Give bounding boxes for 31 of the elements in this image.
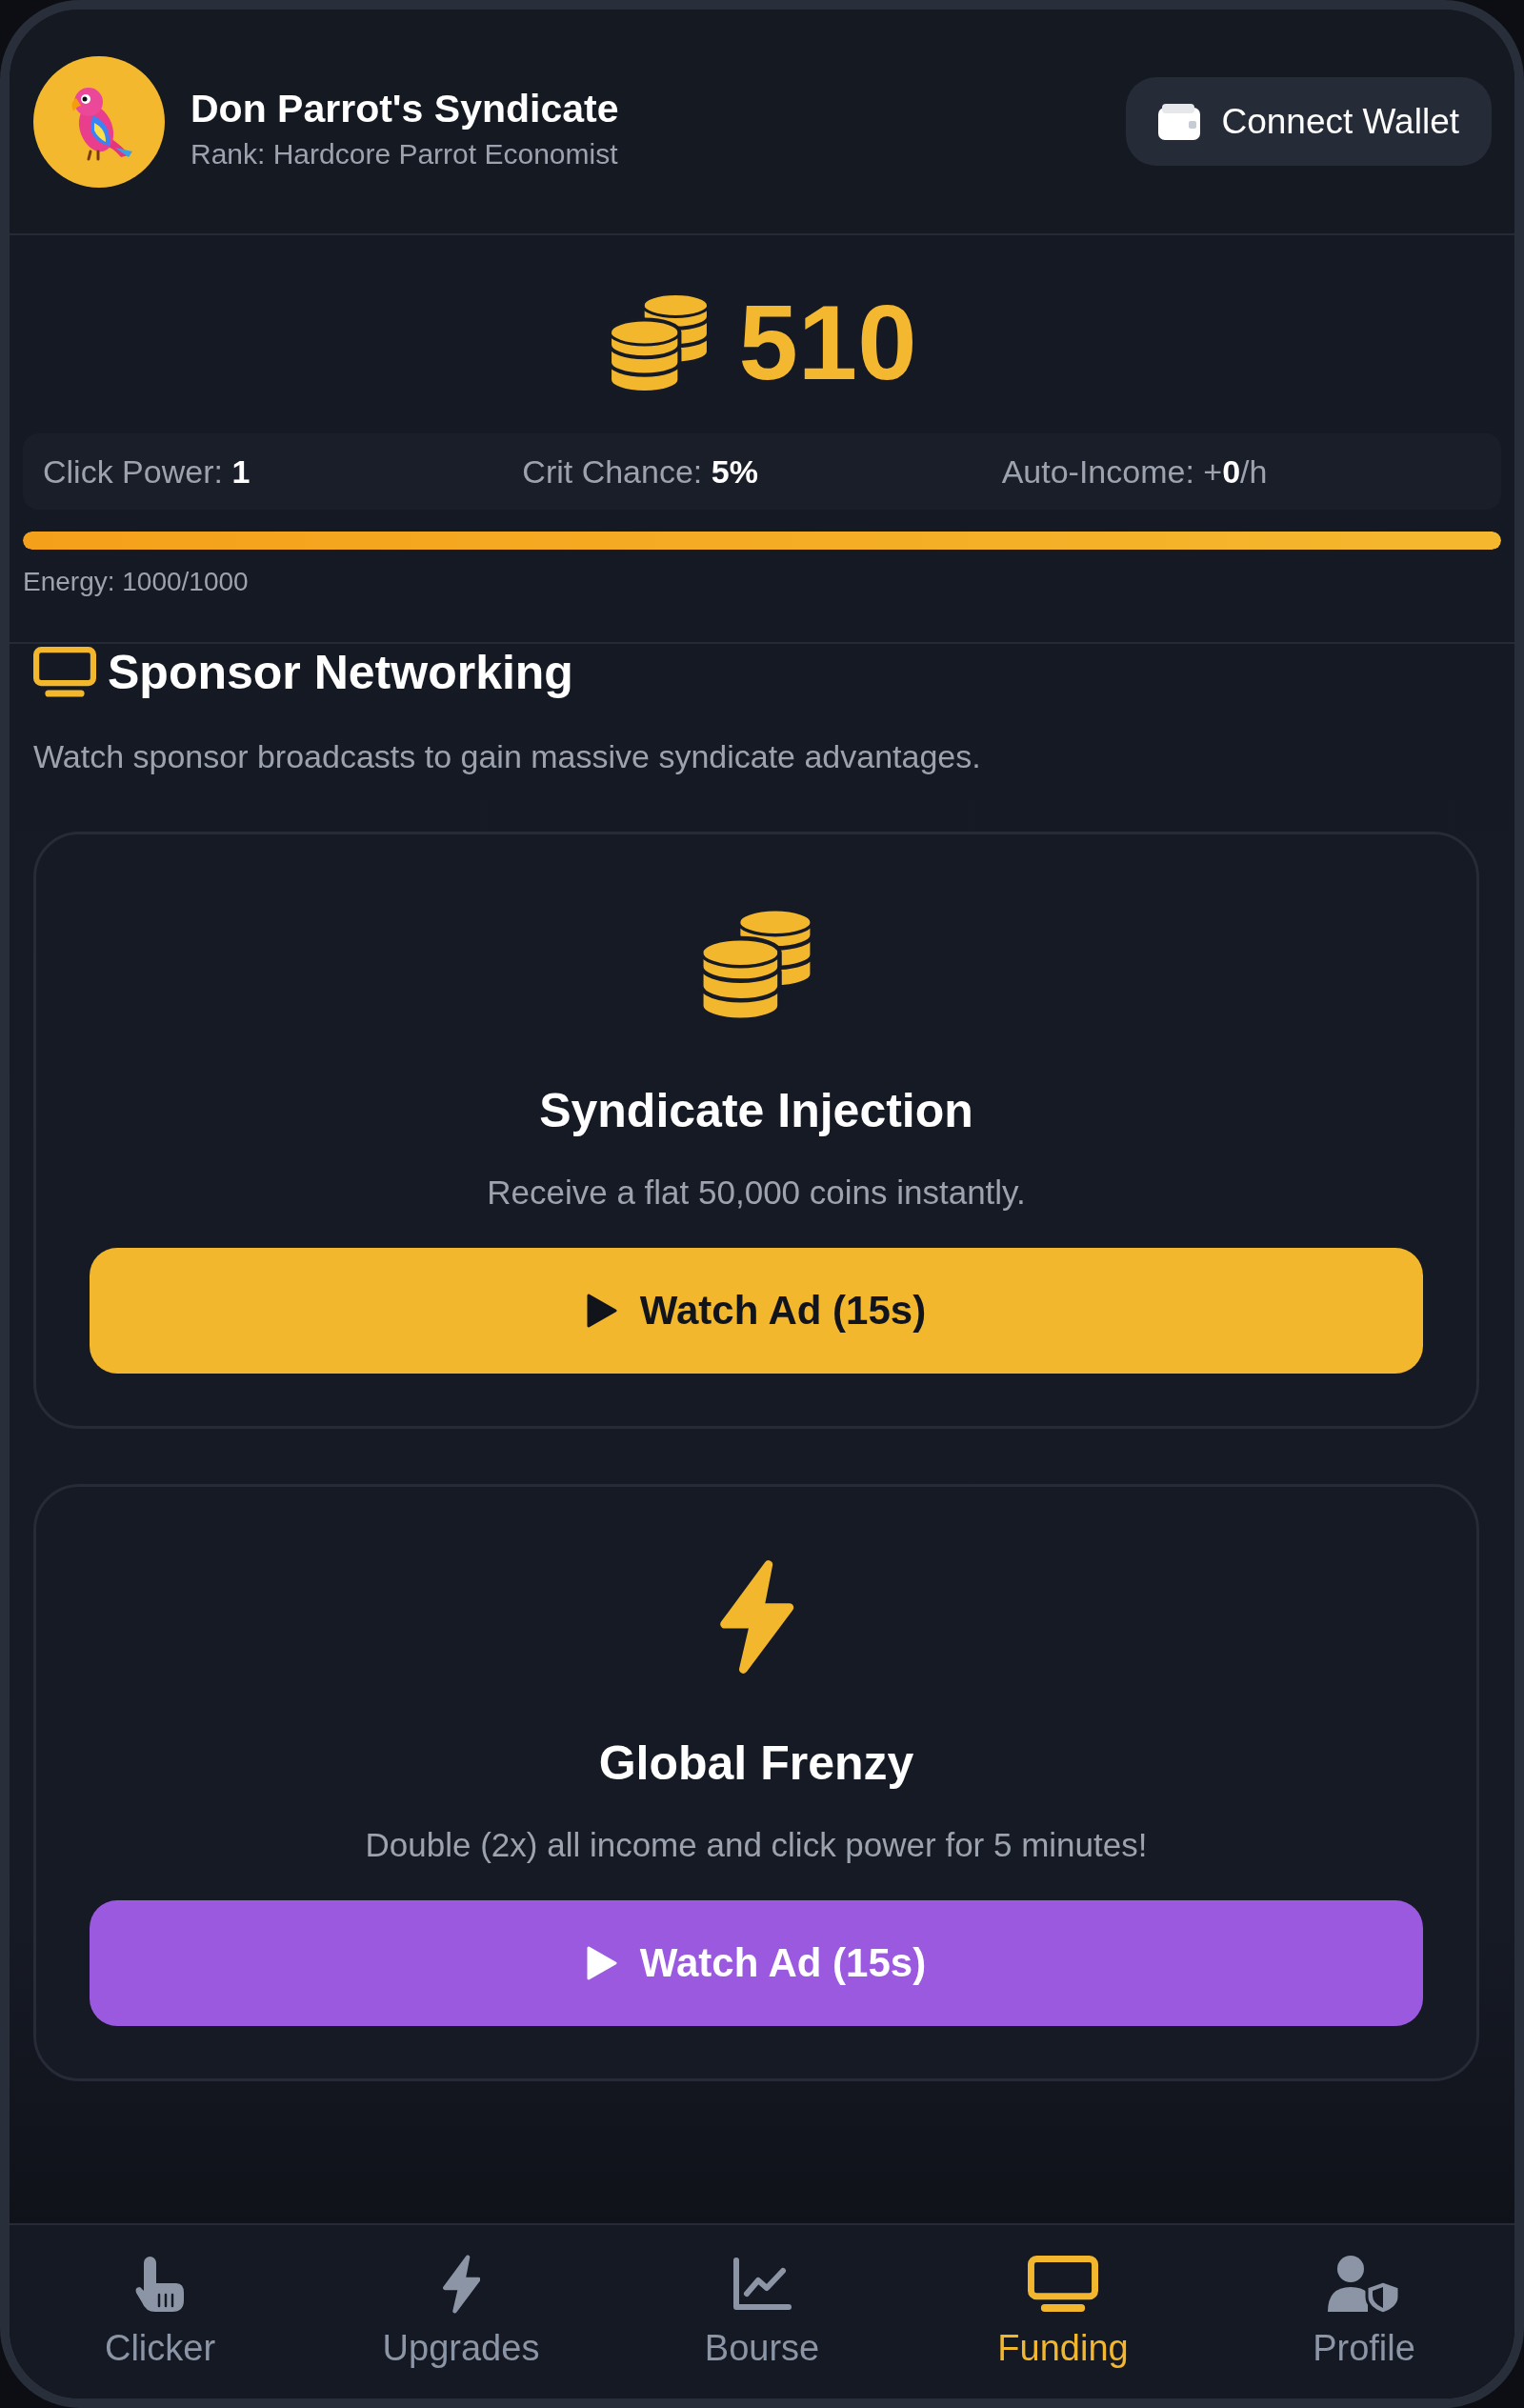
user-shield-icon bbox=[1328, 2255, 1400, 2314]
nav-tab[interactable]: Upgrades bbox=[311, 2225, 612, 2398]
section-description: Watch sponsor broadcasts to gain massive syndicate advantages. bbox=[33, 737, 982, 776]
section-title: Sponsor Networking bbox=[108, 646, 573, 699]
offer-description: Double (2x) all income and click power for 5 minutes! bbox=[365, 1825, 1148, 1865]
offer-title: Global Frenzy bbox=[598, 1736, 914, 1792]
bolt-icon bbox=[441, 2255, 481, 2314]
connect-wallet-button[interactable]: Connect Wallet bbox=[1126, 77, 1492, 166]
nav-tab[interactable]: Clicker bbox=[10, 2225, 311, 2398]
wallet-icon bbox=[1158, 103, 1201, 140]
nav-tab[interactable]: Profile bbox=[1213, 2225, 1514, 2398]
hand-pointer-icon bbox=[134, 2255, 186, 2314]
energy-label: Energy: 1000/1000 bbox=[23, 566, 249, 598]
play-icon bbox=[586, 1946, 617, 1980]
lightning-bolt-icon bbox=[718, 1559, 794, 1675]
play-icon bbox=[586, 1294, 617, 1328]
rank-label: Rank: Hardcore Parrot Economist bbox=[190, 136, 619, 171]
stat-text: Crit Chance: 5% bbox=[522, 452, 759, 491]
line-chart-icon bbox=[732, 2258, 792, 2311]
monitor-icon bbox=[1028, 2255, 1098, 2314]
syndicate-title: Don Parrot's Syndicate bbox=[190, 85, 619, 131]
nav-tab[interactable]: Funding bbox=[912, 2225, 1213, 2398]
nav-tab[interactable]: Bourse bbox=[612, 2225, 912, 2398]
coin-balance: 510 bbox=[738, 291, 917, 395]
stat-text: Click Power: 1 bbox=[43, 452, 251, 491]
stat-text: Auto-Income: +0/h bbox=[1001, 452, 1269, 491]
watch-ad-button[interactable]: Watch Ad (15s) bbox=[90, 1900, 1423, 2026]
watch-ad-button[interactable]: Watch Ad (15s) bbox=[90, 1248, 1423, 1374]
offer-title: Syndicate Injection bbox=[539, 1083, 973, 1139]
offer-description: Receive a flat 50,000 coins instantly. bbox=[487, 1173, 1026, 1213]
monitor-icon bbox=[33, 647, 96, 698]
